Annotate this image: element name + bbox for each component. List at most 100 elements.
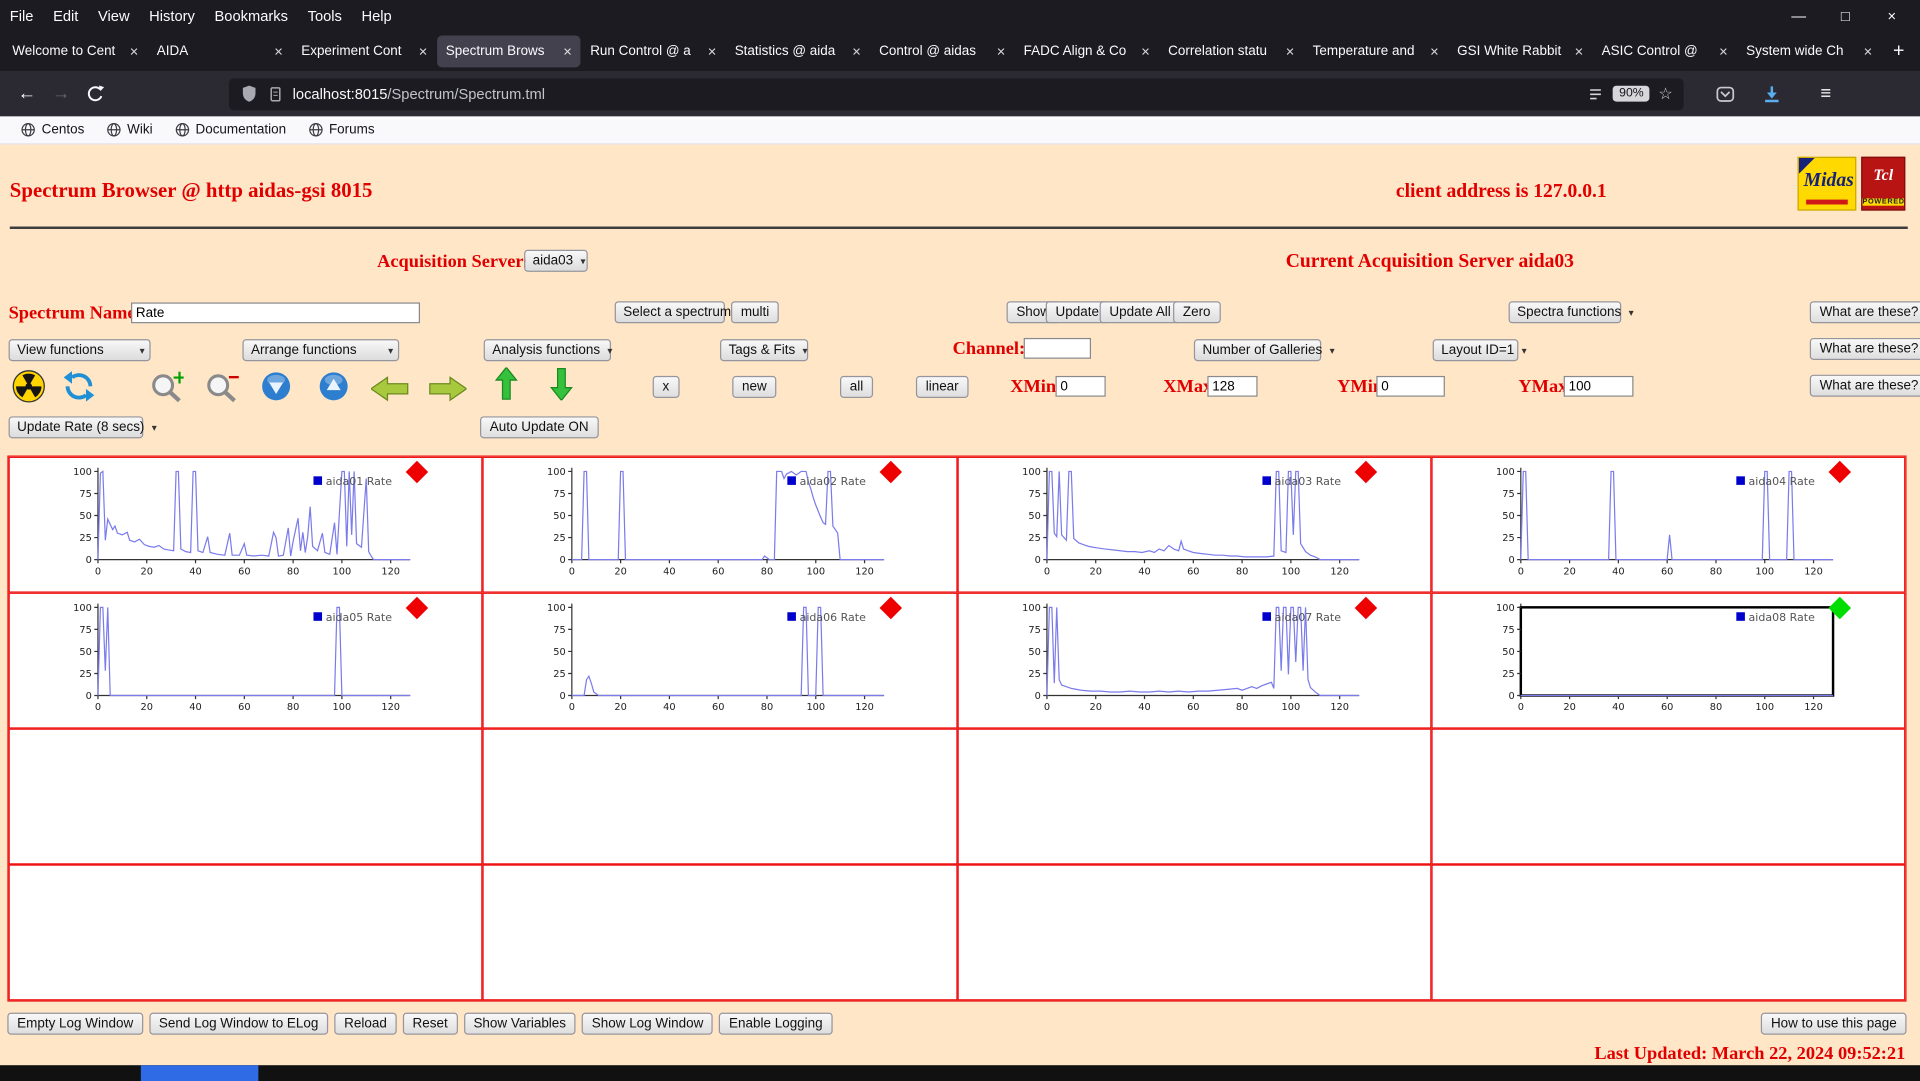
send-log-window-to-elog-button[interactable]: Send Log Window to ELog bbox=[149, 1012, 329, 1035]
page-info-icon[interactable] bbox=[267, 85, 284, 102]
x-button[interactable]: x bbox=[652, 375, 679, 398]
blue-up-arrow-icon[interactable] bbox=[317, 370, 350, 403]
how-to-use-this-page-button[interactable]: How to use this page bbox=[1761, 1012, 1907, 1035]
bookmark-item-centos[interactable]: Centos bbox=[10, 116, 96, 143]
tab-close-icon[interactable]: × bbox=[1719, 42, 1728, 59]
bookmark-item-wiki[interactable]: Wiki bbox=[95, 116, 163, 143]
multi-button[interactable]: multi bbox=[731, 301, 780, 324]
tab-close-icon[interactable]: × bbox=[1286, 42, 1295, 59]
spectrum-chart[interactable]: 0 25 50 75 100 0 20 40 60 80 100 120 aida07 Rate bbox=[1014, 598, 1367, 725]
layout-id-dropdown[interactable]: Layout ID=1 ▾ bbox=[1432, 339, 1526, 362]
auto-update-button[interactable]: Auto Update ON bbox=[480, 416, 599, 439]
tab-close-icon[interactable]: × bbox=[1430, 42, 1439, 59]
xmin-input[interactable] bbox=[1055, 375, 1106, 397]
what-are-these-button-1[interactable]: What are these? bbox=[1809, 301, 1920, 324]
spectrum-name-input[interactable] bbox=[131, 302, 421, 324]
browser-tab[interactable]: AIDA × bbox=[148, 35, 291, 67]
what-are-these-button-3[interactable]: What are these? bbox=[1809, 374, 1920, 397]
bookmark-star-icon[interactable]: ☆ bbox=[1658, 84, 1672, 104]
forward-icon[interactable]: → bbox=[44, 78, 78, 110]
ymin-input[interactable] bbox=[1376, 375, 1445, 397]
spectra-functions-dropdown[interactable]: Spectra functions ▾ bbox=[1508, 301, 1633, 324]
tab-close-icon[interactable]: × bbox=[419, 42, 428, 59]
tab-close-icon[interactable]: × bbox=[1575, 42, 1584, 59]
bookmark-item-documentation[interactable]: Documentation bbox=[164, 116, 297, 143]
tab-close-icon[interactable]: × bbox=[130, 42, 139, 59]
ymax-input[interactable] bbox=[1563, 375, 1634, 397]
green-down-arrow-icon[interactable] bbox=[549, 367, 573, 401]
browser-tab[interactable]: Control @ aidas × bbox=[871, 35, 1014, 67]
browser-tab[interactable]: System wide Ch × bbox=[1738, 35, 1881, 67]
browser-tab[interactable]: Temperature and × bbox=[1304, 35, 1447, 67]
browser-tab[interactable]: Correlation statu × bbox=[1160, 35, 1303, 67]
menu-item-view[interactable]: View bbox=[88, 7, 139, 24]
green-up-arrow-icon[interactable] bbox=[494, 367, 518, 400]
tab-close-icon[interactable]: × bbox=[708, 42, 717, 59]
url-bar[interactable]: localhost:8015/Spectrum/Spectrum.tml 90%… bbox=[228, 77, 1684, 110]
tcl-powered-logo[interactable]: Tcl POWERED bbox=[1861, 156, 1906, 211]
xmax-input[interactable] bbox=[1207, 375, 1258, 397]
tab-close-icon[interactable]: × bbox=[997, 42, 1006, 59]
tab-close-icon[interactable]: × bbox=[563, 42, 572, 59]
back-icon[interactable]: ← bbox=[10, 78, 44, 110]
close-button[interactable]: × bbox=[1883, 7, 1900, 24]
reload-icon[interactable] bbox=[78, 78, 112, 110]
zoom-level-badge[interactable]: 90% bbox=[1613, 85, 1650, 102]
spectrum-chart[interactable]: 0 25 50 75 100 0 20 40 60 80 100 120 aida08 Rate bbox=[1489, 598, 1842, 725]
enable-logging-button[interactable]: Enable Logging bbox=[719, 1012, 833, 1035]
zoom-in-icon[interactable]: + bbox=[149, 370, 184, 404]
menu-item-edit[interactable]: Edit bbox=[43, 7, 88, 24]
tab-close-icon[interactable]: × bbox=[274, 42, 283, 59]
zero-button[interactable]: Zero bbox=[1173, 301, 1221, 324]
midas-logo[interactable]: Midas bbox=[1797, 156, 1857, 211]
view-functions-dropdown[interactable]: View functions ▾ bbox=[8, 339, 151, 362]
hamburger-menu-icon[interactable]: ≡ bbox=[1809, 78, 1843, 110]
tab-close-icon[interactable]: × bbox=[1141, 42, 1150, 59]
spectrum-chart[interactable]: 0 25 50 75 100 0 20 40 60 80 100 120 aida05 Rate bbox=[66, 598, 419, 725]
bookmark-item-forums[interactable]: Forums bbox=[297, 116, 386, 143]
minimize-button[interactable]: — bbox=[1790, 7, 1807, 24]
zoom-out-icon[interactable]: − bbox=[204, 370, 239, 404]
show-variables-button[interactable]: Show Variables bbox=[463, 1012, 576, 1035]
menu-item-history[interactable]: History bbox=[139, 7, 204, 24]
reader-view-icon[interactable] bbox=[1587, 85, 1604, 102]
update-rate-dropdown[interactable]: Update Rate (8 secs) ▾ bbox=[8, 416, 157, 439]
radiation-icon[interactable] bbox=[12, 370, 45, 403]
green-right-arrow-icon[interactable] bbox=[429, 376, 467, 402]
select-a-spectrum-dropdown[interactable]: Select a spectrum▾ bbox=[614, 301, 743, 324]
spectrum-chart[interactable]: 0 25 50 75 100 0 20 40 60 80 100 120 aida04 Rate bbox=[1489, 462, 1842, 589]
blue-down-arrow-icon[interactable] bbox=[260, 370, 293, 403]
browser-tab[interactable]: Statistics @ aida × bbox=[726, 35, 869, 67]
maximize-button[interactable]: □ bbox=[1837, 7, 1854, 24]
url-text[interactable]: localhost:8015/Spectrum/Spectrum.tml bbox=[293, 85, 1579, 102]
green-left-arrow-icon[interactable] bbox=[371, 376, 409, 402]
new-button[interactable]: new bbox=[732, 375, 777, 398]
menu-item-help[interactable]: Help bbox=[352, 7, 402, 24]
analysis-functions-dropdown[interactable]: Analysis functions ▾ bbox=[483, 339, 612, 362]
browser-tab[interactable]: GSI White Rabbit × bbox=[1449, 35, 1592, 67]
reset-button[interactable]: Reset bbox=[402, 1012, 458, 1035]
update-all-button[interactable]: Update All bbox=[1099, 301, 1181, 324]
tab-close-icon[interactable]: × bbox=[1864, 42, 1873, 59]
channel-input[interactable] bbox=[1023, 337, 1092, 359]
pocket-icon[interactable] bbox=[1716, 84, 1736, 104]
shield-icon[interactable] bbox=[240, 84, 258, 102]
menu-item-file[interactable]: File bbox=[0, 7, 43, 24]
browser-tab[interactable]: Experiment Cont × bbox=[293, 35, 436, 67]
browser-tab[interactable]: Welcome to Cent × bbox=[4, 35, 147, 67]
empty-log-window-button[interactable]: Empty Log Window bbox=[7, 1012, 143, 1035]
arrange-functions-dropdown[interactable]: Arrange functions ▾ bbox=[242, 339, 400, 362]
what-are-these-button-2[interactable]: What are these? bbox=[1809, 337, 1920, 361]
spectrum-chart[interactable]: 0 25 50 75 100 0 20 40 60 80 100 120 aida02 Rate bbox=[540, 462, 893, 589]
taskbar-window-item[interactable] bbox=[140, 1065, 259, 1081]
spectrum-chart[interactable]: 0 25 50 75 100 0 20 40 60 80 100 120 aida06 Rate bbox=[540, 598, 893, 725]
all-button[interactable]: all bbox=[840, 375, 874, 398]
browser-tab[interactable]: FADC Align & Co × bbox=[1015, 35, 1158, 67]
number-of-galleries-dropdown[interactable]: Number of Galleries ▾ bbox=[1193, 339, 1335, 362]
linear-button[interactable]: linear bbox=[915, 375, 969, 398]
tags-fits-dropdown[interactable]: Tags & Fits ▾ bbox=[720, 339, 809, 362]
menu-item-tools[interactable]: Tools bbox=[298, 7, 352, 24]
new-tab-button[interactable]: + bbox=[1882, 40, 1915, 62]
menu-item-bookmarks[interactable]: Bookmarks bbox=[205, 7, 298, 24]
refresh-icon[interactable] bbox=[62, 370, 95, 403]
